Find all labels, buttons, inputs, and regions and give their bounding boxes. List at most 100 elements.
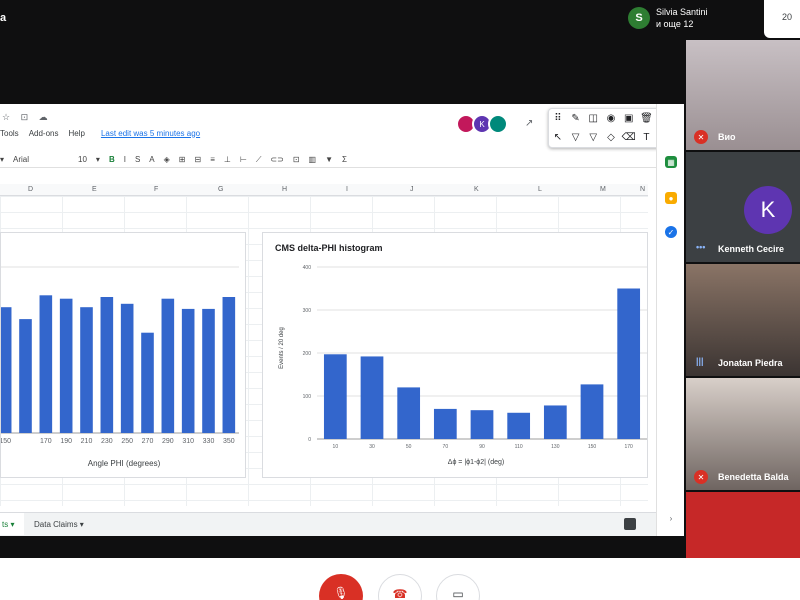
text-icon[interactable]: T — [643, 132, 649, 143]
pointer-icon[interactable]: ↖ — [554, 132, 562, 143]
y-tick-label: 100 — [303, 394, 312, 400]
bold-icon[interactable]: B — [109, 155, 115, 164]
x-tick-label: 170 — [40, 438, 52, 445]
end-call-icon[interactable]: ☎ — [378, 574, 422, 600]
menu-help[interactable]: Help — [68, 129, 84, 138]
column-header-n[interactable]: N — [640, 186, 645, 193]
strikethrough-icon[interactable]: S — [135, 155, 140, 164]
y-tick-label: 200 — [303, 351, 312, 357]
bar — [617, 288, 641, 439]
participant-tile[interactable]: ✕ Benedetta Balda — [686, 378, 800, 490]
histogram-y-axis-label: Events / 20 deg — [279, 327, 285, 369]
phi-angle-chart-svg: 150 170 190 210 230 250 270 290 310 330 350 — [1, 266, 239, 445]
mic-off-icon[interactable]: 🎙 — [319, 574, 363, 600]
filter-icon[interactable]: ▼ — [325, 155, 333, 164]
sheet-tab-bar: ts ▾ Data Claims ▾ — [0, 512, 656, 536]
participant-tile[interactable] — [686, 492, 800, 558]
bar — [1, 307, 12, 433]
phi-angle-chart[interactable]: 150 170 190 210 230 250 270 290 310 330 350 Angle … — [0, 232, 246, 478]
bar — [181, 308, 195, 433]
dropdown-icon[interactable]: ▾ — [96, 155, 100, 164]
participant-tile[interactable]: ||| Jonatan Piedra — [686, 264, 800, 376]
rotate-icon[interactable]: ⟋ — [256, 155, 262, 165]
marker-icon[interactable]: ▽ — [589, 132, 597, 143]
merge-icon[interactable]: ⊟ — [195, 155, 202, 164]
fill-color-icon[interactable]: ◈ — [164, 155, 170, 164]
column-header-f[interactable]: F — [154, 186, 158, 193]
camera-icon[interactable]: ◫ — [589, 113, 598, 124]
font-select[interactable]: Arial — [13, 155, 69, 164]
menu-bar: Tools Add-ons Help Last edit was 5 minut… — [0, 126, 210, 140]
keep-icon[interactable]: ● — [665, 192, 677, 204]
participant-name: Вио — [718, 132, 736, 142]
menu-tools[interactable]: Tools — [0, 129, 19, 138]
save-icon[interactable]: ▣ — [624, 113, 633, 124]
functions-icon[interactable]: Σ — [342, 155, 347, 164]
participant-tile[interactable]: K ••• Kenneth Cecire — [686, 152, 800, 262]
link-icon[interactable]: ⊂⊃ — [270, 155, 283, 164]
x-tick-label: 210 — [81, 438, 93, 445]
activity-icon[interactable]: ↗ — [525, 118, 533, 129]
explore-icon[interactable] — [624, 518, 636, 530]
sheet-tab-active[interactable]: ts ▾ — [0, 513, 24, 535]
top-right-panel[interactable]: 20 — [764, 0, 800, 38]
pen-icon[interactable]: ✎ — [571, 113, 579, 124]
shape-icon[interactable]: ◇ — [607, 132, 615, 143]
column-header-j[interactable]: J — [410, 186, 414, 193]
font-size-select[interactable]: 10 — [78, 155, 87, 164]
bar — [80, 307, 93, 433]
column-header-m[interactable]: M — [600, 186, 606, 193]
sheet-tab-data-claims[interactable]: Data Claims ▾ — [34, 520, 84, 529]
bar — [323, 354, 347, 439]
comment-icon[interactable]: ⊡ — [293, 155, 300, 164]
text-color-icon[interactable]: A — [149, 155, 154, 164]
column-header-k[interactable]: K — [474, 186, 479, 193]
trash-icon[interactable]: 🗑 — [640, 113, 653, 124]
bar — [19, 319, 32, 433]
bar — [360, 356, 384, 439]
highlighter-icon[interactable]: ▽ — [572, 132, 580, 143]
borders-icon[interactable]: ⊞ — [179, 155, 186, 164]
column-header-e[interactable]: E — [92, 186, 97, 193]
present-icon[interactable]: ▭ — [436, 574, 480, 600]
last-edit-link[interactable]: Last edit was 5 minutes ago — [101, 129, 200, 138]
sheet-tab-label: ts — [2, 520, 9, 529]
align-icon[interactable]: ≡ — [210, 155, 215, 164]
presenter-indicator[interactable]: S Silvia Santini и още 12 — [628, 2, 760, 34]
eraser-icon[interactable]: ⌫ — [622, 132, 636, 143]
sheets-header: ☆ ⊡ ☁ Tools Add-ons Help Last edit was 5… — [0, 104, 684, 152]
delta-phi-histogram[interactable]: CMS delta-PHI histogram 0 100 200 300 400 10 3… — [262, 232, 648, 478]
wrap-icon[interactable]: ⊢ — [240, 155, 247, 164]
x-tick-label: 90 — [479, 444, 485, 450]
presenter-name: Silvia Santini — [656, 7, 708, 17]
sheets-side-panel: ▦ ● ✓ › — [656, 104, 684, 536]
collaborator-avatar[interactable] — [488, 114, 508, 134]
column-header-d[interactable]: D — [28, 186, 33, 193]
meet-controls-bar: 🎙 ☎ ▭ — [0, 558, 800, 600]
chart-icon[interactable]: ▥ — [309, 155, 317, 164]
column-header-l[interactable]: L — [538, 186, 542, 193]
collaborator-avatars: K — [456, 114, 508, 134]
histogram-x-axis-label: Δϕ = |ϕ1-ϕ2| (deg) — [447, 459, 505, 466]
expand-panel-icon[interactable]: › — [665, 512, 677, 524]
bar — [470, 410, 494, 439]
valign-icon[interactable]: ⊥ — [224, 155, 231, 164]
x-tick-label: 150 — [588, 444, 597, 450]
x-tick-label: 290 — [162, 438, 174, 445]
eye-icon[interactable]: ◉ — [607, 113, 616, 124]
column-header-g[interactable]: G — [218, 186, 223, 193]
column-header-i[interactable]: I — [346, 186, 348, 193]
italic-icon[interactable]: I — [124, 155, 126, 164]
bar — [100, 297, 114, 433]
y-tick-label: 400 — [303, 265, 312, 271]
drag-handle-icon[interactable]: ⠿ — [554, 113, 561, 124]
column-header-h[interactable]: H — [282, 186, 287, 193]
participant-tile[interactable]: ✕ Вио — [686, 40, 800, 150]
speaking-indicator-icon: ••• — [696, 242, 706, 252]
sheets-icon[interactable]: ▦ — [665, 156, 677, 168]
zoom-icon[interactable]: ▾ — [0, 155, 4, 164]
participant-name: Jonatan Piedra — [718, 358, 783, 368]
mic-off-icon: ✕ — [694, 130, 708, 144]
menu-addons[interactable]: Add-ons — [29, 129, 59, 138]
tasks-icon[interactable]: ✓ — [665, 226, 677, 238]
